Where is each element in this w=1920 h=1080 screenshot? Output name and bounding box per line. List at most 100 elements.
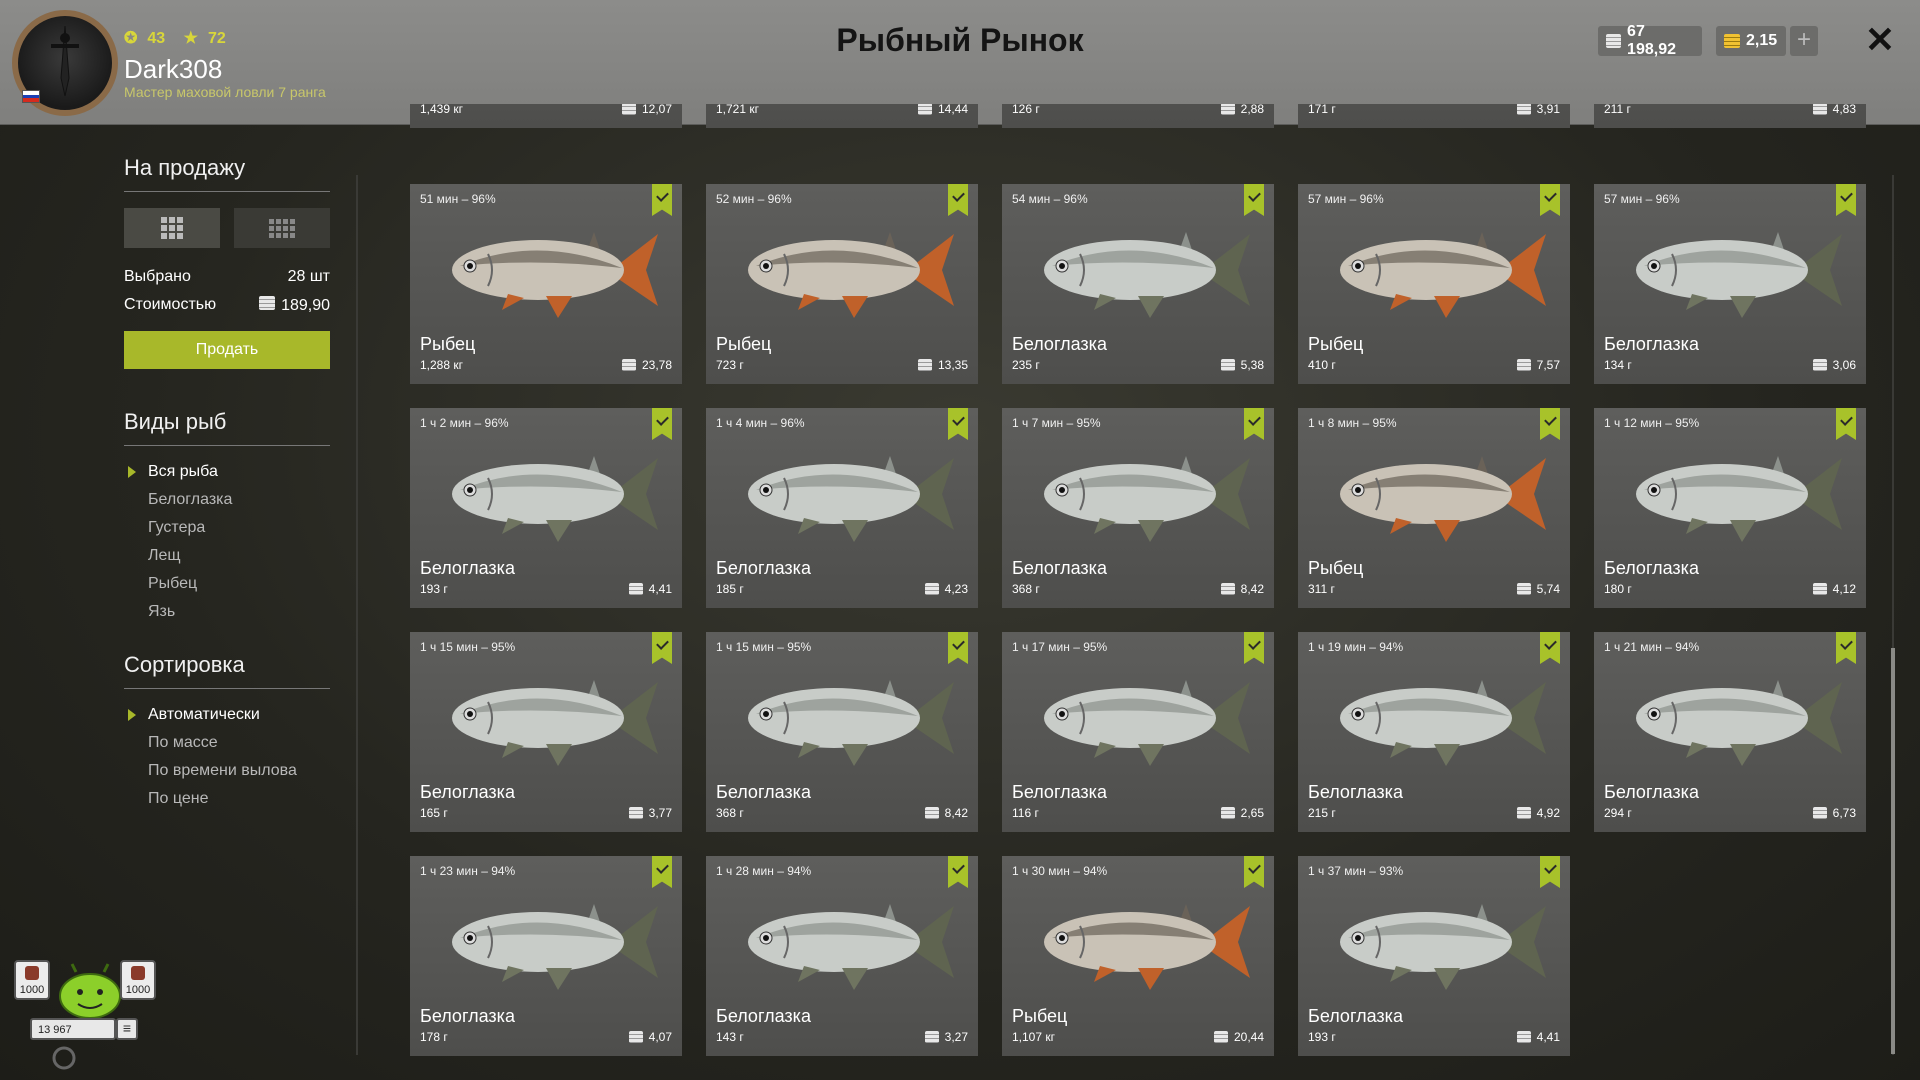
- beloglazka-fish-icon: [426, 658, 666, 783]
- cost-amount: 189,90: [259, 296, 330, 315]
- fish-price-value: 7,57: [1536, 358, 1560, 372]
- species-item[interactable]: Лещ: [124, 542, 330, 570]
- fish-name: Белоглазка: [1308, 1006, 1403, 1026]
- fish-card[interactable]: 1 ч 15 мин – 95% Белоглазка 368 г 8,42: [706, 632, 978, 832]
- fish-card[interactable]: 52 мин – 96% Рыбец 723 г 13,35: [706, 184, 978, 384]
- silver-coin-icon: [1516, 583, 1531, 595]
- fish-card[interactable]: 1 ч 37 мин – 93% Белоглазка 193 г 4,41: [1298, 856, 1570, 1056]
- badge-right[interactable]: 1000: [120, 960, 156, 1000]
- fish-card[interactable]: 171 г 3,91: [1298, 104, 1570, 128]
- fish-price-value: 12,07: [641, 104, 672, 116]
- fish-card[interactable]: 1 ч 12 мин – 95% Белоглазка 180 г 4,12: [1594, 408, 1866, 608]
- fish-card[interactable]: 57 мин – 96% Рыбец 410 г 7,57: [1298, 184, 1570, 384]
- fish-card[interactable]: 54 мин – 96% Белоглазка 235 г 5,38: [1002, 184, 1274, 384]
- badge-left[interactable]: 1000: [14, 960, 50, 1000]
- beloglazka-fish-icon: [1610, 434, 1850, 559]
- silver-coin-icon: [1606, 34, 1622, 48]
- fish-card[interactable]: 51 мин – 96% Рыбец 1,288 кг 23,78: [410, 184, 682, 384]
- gold-amount: 2,15: [1746, 32, 1778, 49]
- scrollbar-thumb[interactable]: [1891, 648, 1895, 1054]
- fish-card[interactable]: 1 ч 7 мин – 95% Белоглазка 368 г 8,42: [1002, 408, 1274, 608]
- fish-price-value: 13,35: [937, 358, 968, 372]
- fish-weight: 1,721 кг: [716, 104, 759, 116]
- sort-item[interactable]: По времени вылова: [124, 757, 330, 785]
- rybets-fish-icon: [1314, 210, 1554, 335]
- species-item[interactable]: Белоглазка: [124, 486, 330, 514]
- catch-time: 1 ч 28 мин – 94%: [716, 864, 812, 878]
- fish-weight: 178 г: [420, 1030, 448, 1044]
- silver-coin-icon: [1812, 583, 1827, 595]
- species-item[interactable]: Язь: [124, 598, 330, 626]
- fish-price: 13,35: [917, 358, 968, 372]
- grid-small-icon: [269, 218, 295, 238]
- fish-price: 8,42: [1220, 582, 1264, 596]
- fish-card[interactable]: 211 г 4,83: [1594, 104, 1866, 128]
- catch-time: 1 ч 8 мин – 95%: [1308, 416, 1397, 430]
- fish-price-value: 5,74: [1536, 582, 1560, 596]
- total-cost-row: Стоимостью 189,90: [124, 296, 330, 315]
- large-grid-view-button[interactable]: [124, 208, 220, 248]
- silver-coin-icon: [1213, 1031, 1228, 1043]
- catch-time: 1 ч 2 мин – 96%: [420, 416, 509, 430]
- fish-card[interactable]: 1 ч 8 мин – 95% Рыбец 311 г 5,74: [1298, 408, 1570, 608]
- fish-price-value: 3,27: [944, 1030, 968, 1044]
- sort-item[interactable]: По цене: [124, 785, 330, 813]
- fish-card[interactable]: 1,439 кг 12,07: [410, 104, 682, 128]
- fish-grid: 1,439 кг 12,07 1,721 кг 14,44 126 г 2,88 171 г…: [410, 104, 1870, 1080]
- fish-card[interactable]: 57 мин – 96% Белоглазка 134 г 3,06: [1594, 184, 1866, 384]
- beloglazka-fish-icon: [1610, 658, 1850, 783]
- fish-name: Рыбец: [1012, 1006, 1068, 1026]
- rybets-fish-icon: [426, 210, 666, 335]
- menu-icon[interactable]: ≡: [116, 1018, 138, 1040]
- companion-widget[interactable]: 1000 1000 13 967 ≡: [14, 960, 164, 1070]
- fish-card[interactable]: 1 ч 23 мин – 94% Белоглазка 178 г 4,07: [410, 856, 682, 1056]
- fish-weight: 368 г: [1012, 582, 1040, 596]
- fish-card[interactable]: 1 ч 2 мин – 96% Белоглазка 193 г 4,41: [410, 408, 682, 608]
- add-gold-button[interactable]: +: [1790, 26, 1818, 56]
- species-item[interactable]: Густера: [124, 514, 330, 542]
- species-item[interactable]: Вся рыба: [124, 458, 330, 486]
- sell-button[interactable]: Продать: [124, 331, 330, 369]
- fish-card[interactable]: 1 ч 28 мин – 94% Белоглазка 143 г 3,27: [706, 856, 978, 1056]
- fish-card[interactable]: 1 ч 4 мин – 96% Белоглазка 185 г 4,23: [706, 408, 978, 608]
- fish-price: 7,57: [1516, 358, 1560, 372]
- sort-item[interactable]: По массе: [124, 729, 330, 757]
- sort-item[interactable]: Автоматически: [124, 701, 330, 729]
- fish-price-value: 14,44: [937, 104, 968, 116]
- fish-price-value: 6,73: [1832, 806, 1856, 820]
- fish-weight: 180 г: [1604, 582, 1632, 596]
- fish-price: 4,41: [628, 582, 672, 596]
- silver-coin-icon: [1516, 104, 1531, 115]
- fish-card[interactable]: 1,721 кг 14,44: [706, 104, 978, 128]
- fish-price: 5,38: [1220, 358, 1264, 372]
- grid-large-icon: [161, 217, 183, 239]
- fish-weight: 193 г: [1308, 1030, 1336, 1044]
- fish-price: 4,92: [1516, 806, 1560, 820]
- fish-card[interactable]: 126 г 2,88: [1002, 104, 1274, 128]
- fish-card[interactable]: 1 ч 15 мин – 95% Белоглазка 165 г 3,77: [410, 632, 682, 832]
- silver-balance: 67 198,92: [1598, 23, 1702, 58]
- silver-coin-icon: [1516, 359, 1531, 371]
- fish-weight: 1,288 кг: [420, 358, 463, 372]
- rybets-fish-icon: [1018, 882, 1258, 1007]
- fish-price-value: 8,42: [1240, 582, 1264, 596]
- silver-coin-icon: [628, 583, 643, 595]
- silver-coin-icon: [1812, 359, 1827, 371]
- close-button[interactable]: ✕: [1862, 20, 1898, 60]
- catch-time: 1 ч 21 мин – 94%: [1604, 640, 1700, 654]
- species-item[interactable]: Рыбец: [124, 570, 330, 598]
- fish-name: Белоглазка: [420, 1006, 515, 1026]
- small-grid-view-button[interactable]: [234, 208, 330, 248]
- fish-price: 14,44: [917, 104, 968, 116]
- catch-time: 57 мин – 96%: [1604, 192, 1680, 206]
- beloglazka-fish-icon: [722, 658, 962, 783]
- fish-price: 6,73: [1812, 806, 1856, 820]
- beloglazka-fish-icon: [722, 882, 962, 1007]
- silver-coin-icon: [1220, 359, 1235, 371]
- fish-card[interactable]: 1 ч 17 мин – 95% Белоглазка 116 г 2,65: [1002, 632, 1274, 832]
- fish-card[interactable]: 1 ч 19 мин – 94% Белоглазка 215 г 4,92: [1298, 632, 1570, 832]
- fish-card[interactable]: 1 ч 21 мин – 94% Белоглазка 294 г 6,73: [1594, 632, 1866, 832]
- fish-card[interactable]: 1 ч 30 мин – 94% Рыбец 1,107 кг 20,44: [1002, 856, 1274, 1056]
- fish-price: 23,78: [621, 358, 672, 372]
- fish-price: 4,41: [1516, 1030, 1560, 1044]
